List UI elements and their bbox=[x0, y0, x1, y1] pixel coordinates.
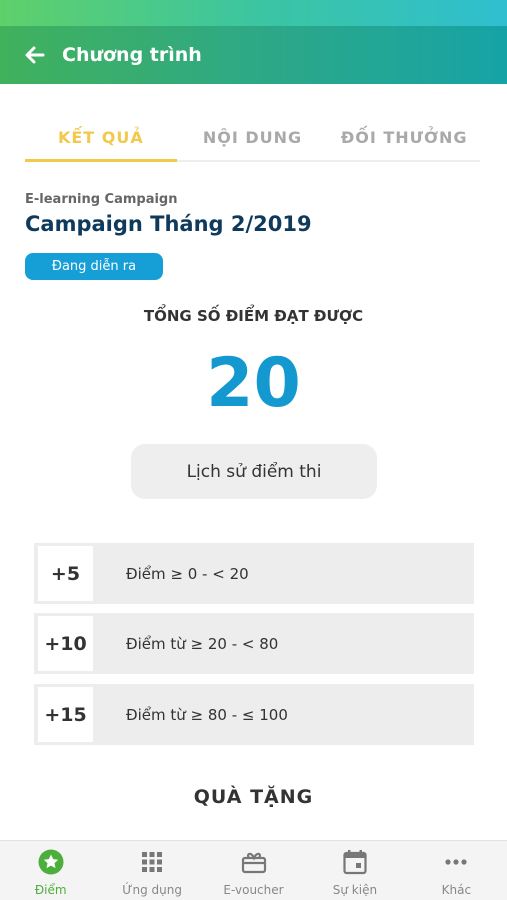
tab-rewards[interactable]: ĐỐI THƯỞNG bbox=[328, 118, 480, 160]
app-bar: Chương trình bbox=[0, 26, 507, 84]
voucher-icon bbox=[241, 849, 267, 875]
gift-section-title: QUÀ TẶNG bbox=[193, 786, 314, 808]
calendar-icon bbox=[342, 849, 368, 875]
nav-label: Sự kiện bbox=[332, 883, 378, 897]
nav-item-events[interactable]: Sự kiện bbox=[304, 841, 405, 900]
rule-description: Điểm ≥ 0 - < 20 bbox=[126, 564, 249, 583]
nav-label: Điểm bbox=[34, 883, 67, 897]
rule-points: +15 bbox=[38, 687, 93, 742]
nav-label: Ứng dụng bbox=[122, 883, 182, 897]
more-icon bbox=[443, 849, 469, 875]
apps-grid-icon bbox=[139, 849, 165, 875]
rule-points: +5 bbox=[38, 546, 93, 601]
back-button[interactable] bbox=[10, 26, 60, 84]
tab-bar: KẾT QUẢ NỘI DUNG ĐỐI THƯỞNG bbox=[25, 118, 480, 162]
score-rule-row: +5 Điểm ≥ 0 - < 20 bbox=[34, 543, 474, 604]
score-rule-row: +10 Điểm từ ≥ 20 - < 80 bbox=[34, 613, 474, 674]
page-title: Chương trình bbox=[62, 44, 202, 66]
tab-results[interactable]: KẾT QUẢ bbox=[25, 118, 177, 162]
nav-label: Khác bbox=[441, 883, 472, 897]
arrow-left-icon bbox=[25, 46, 45, 64]
rule-description: Điểm từ ≥ 20 - < 80 bbox=[126, 634, 279, 653]
status-bar bbox=[0, 0, 507, 26]
rule-points: +10 bbox=[38, 616, 93, 671]
nav-item-more[interactable]: Khác bbox=[406, 841, 507, 900]
total-score-label: TỔNG SỐ ĐIỂM ĐẠT ĐƯỢC bbox=[143, 307, 364, 325]
nav-item-evoucher[interactable]: E-voucher bbox=[203, 841, 304, 900]
total-score-value: 20 bbox=[206, 344, 301, 423]
campaign-title: Campaign Tháng 2/2019 bbox=[25, 212, 312, 236]
tab-content[interactable]: NỘI DUNG bbox=[177, 118, 329, 160]
nav-item-apps[interactable]: Ứng dụng bbox=[101, 841, 202, 900]
rule-description: Điểm từ ≥ 80 - ≤ 100 bbox=[126, 705, 288, 724]
campaign-type: E-learning Campaign bbox=[25, 192, 178, 207]
score-rule-row: +15 Điểm từ ≥ 80 - ≤ 100 bbox=[34, 684, 474, 745]
status-badge: Đang diễn ra bbox=[25, 253, 163, 280]
nav-label: E-voucher bbox=[223, 883, 284, 897]
nav-item-points[interactable]: Điểm bbox=[0, 841, 101, 900]
bottom-nav: Điểm Ứng dụng E-voucher Sự kiện Khác bbox=[0, 840, 507, 900]
score-history-button[interactable]: Lịch sử điểm thi bbox=[131, 444, 377, 499]
star-icon bbox=[38, 849, 64, 875]
